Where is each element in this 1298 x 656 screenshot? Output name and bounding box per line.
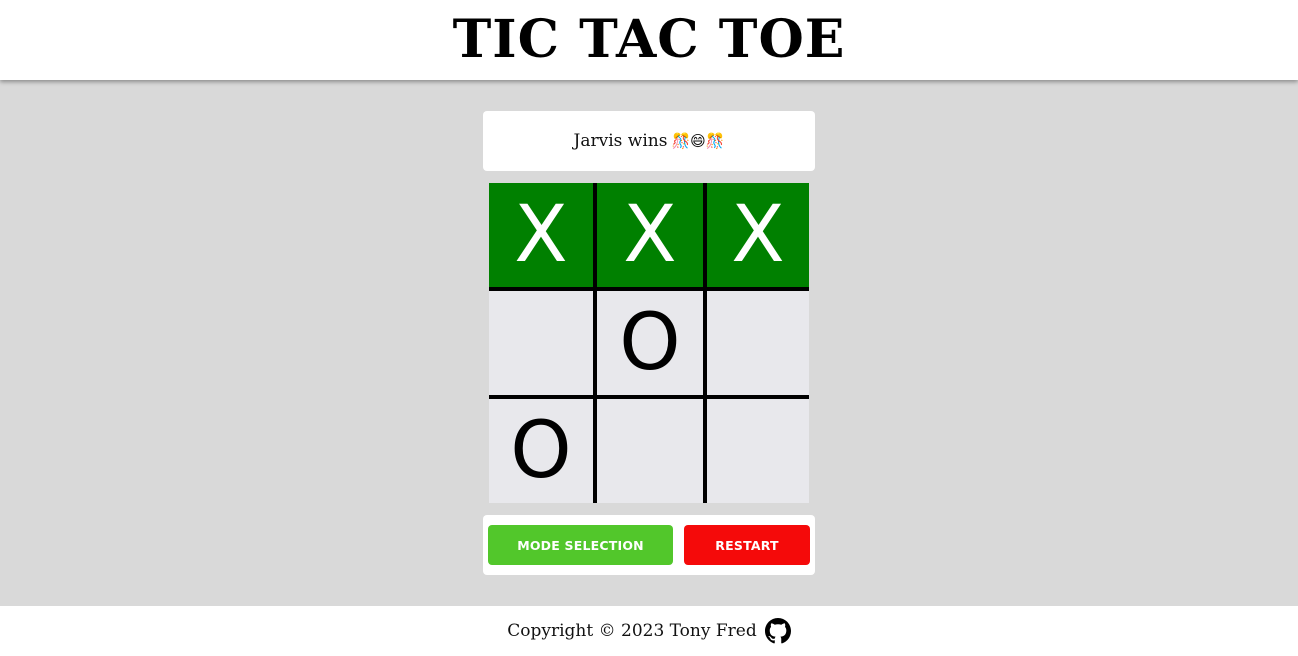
game-status: Jarvis wins 🎊😄🎊: [483, 111, 815, 171]
controls-panel: MODE SELECTION RESTART: [483, 515, 815, 575]
cell-2-0[interactable]: O: [489, 399, 597, 503]
footer: Copyright © 2023 Tony Fred: [0, 606, 1298, 656]
mode-selection-button[interactable]: MODE SELECTION: [488, 525, 673, 565]
cell-1-0[interactable]: [489, 291, 597, 399]
cell-0-1[interactable]: X: [597, 183, 707, 291]
cell-0-2[interactable]: X: [707, 183, 809, 291]
app-header: TIC TAC TOE: [0, 0, 1298, 80]
game-board: X X X O O: [489, 183, 809, 503]
copyright-text: Copyright © 2023 Tony Fred: [507, 621, 757, 641]
restart-button[interactable]: RESTART: [684, 525, 810, 565]
cell-2-2[interactable]: [707, 399, 809, 503]
cell-1-2[interactable]: [707, 291, 809, 399]
cell-2-1[interactable]: [597, 399, 707, 503]
page-title: TIC TAC TOE: [452, 9, 846, 70]
cell-0-0[interactable]: X: [489, 183, 597, 291]
celebration-emoji: 🎊😄🎊: [671, 132, 725, 150]
github-icon[interactable]: [764, 618, 791, 644]
cell-1-1[interactable]: O: [597, 291, 707, 399]
status-text: Jarvis wins: [573, 131, 668, 151]
